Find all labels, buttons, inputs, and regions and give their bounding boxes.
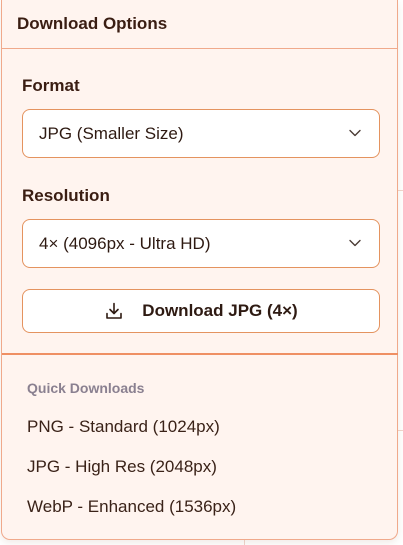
download-options-panel: Download Options Format JPG (Smaller Siz… [1, 0, 398, 540]
background-divider [244, 540, 245, 545]
resolution-label: Resolution [22, 186, 110, 205]
section-divider [2, 353, 398, 355]
background-divider [398, 190, 403, 191]
chevron-down-icon [349, 129, 361, 137]
download-button[interactable]: Download JPG (4×) [22, 289, 380, 333]
quick-downloads-heading: Quick Downloads [27, 380, 145, 396]
chevron-down-icon [349, 239, 361, 247]
quick-download-png[interactable]: PNG - Standard (1024px) [27, 417, 220, 437]
download-icon [106, 302, 123, 319]
download-button-label: Download JPG (4×) [142, 301, 298, 320]
background-divider [398, 430, 403, 431]
format-select[interactable]: JPG (Smaller Size) [22, 109, 380, 158]
format-label: Format [22, 76, 80, 95]
header-divider [2, 48, 398, 49]
format-select-value: JPG (Smaller Size) [39, 124, 184, 143]
resolution-select[interactable]: 4× (4096px - Ultra HD) [22, 219, 380, 268]
quick-download-webp[interactable]: WebP - Enhanced (1536px) [27, 497, 236, 517]
quick-download-jpg[interactable]: JPG - High Res (2048px) [27, 457, 217, 477]
resolution-select-value: 4× (4096px - Ultra HD) [39, 234, 211, 253]
panel-title: Download Options [17, 14, 168, 33]
